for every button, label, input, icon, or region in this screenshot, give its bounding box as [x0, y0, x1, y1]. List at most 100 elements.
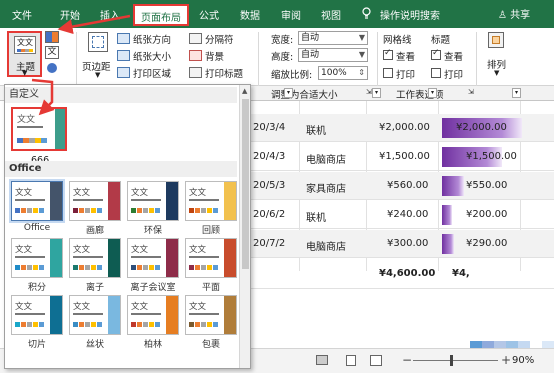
category-cell[interactable]: 电脑商店	[306, 151, 346, 166]
menu-view[interactable]: 视图	[321, 7, 341, 22]
scale-value: 100%	[321, 68, 347, 78]
print-area-button[interactable]: 打印区域	[133, 66, 171, 80]
fonts-icon[interactable]: 文	[45, 46, 59, 59]
margins-icon[interactable]	[88, 32, 108, 52]
zoom-slider-thumb[interactable]	[450, 355, 454, 366]
theme-name: 积分	[27, 283, 46, 293]
date-cell[interactable]: 20/7/2	[253, 238, 285, 249]
total-bar-cell[interactable]: ¥4,	[452, 268, 470, 279]
bar-value-cell[interactable]: ¥550.00	[466, 180, 507, 191]
page-break-view-icon[interactable]	[370, 355, 382, 366]
theme-tile[interactable]: 文文	[69, 238, 121, 278]
bar-value-cell[interactable]: ¥2,000.00	[456, 122, 507, 133]
share-button[interactable]: ♙ 共享	[498, 6, 530, 21]
theme-tile[interactable]: 文文	[185, 238, 237, 278]
menu-file[interactable]: 文件	[12, 7, 32, 22]
custom-theme-tile[interactable]: 文文	[11, 107, 67, 151]
category-cell[interactable]: 联机	[306, 209, 326, 224]
theme-name: 离子	[85, 283, 104, 293]
orientation-icon	[117, 33, 130, 44]
filter-button[interactable]: ▾	[284, 88, 293, 98]
amount-cell[interactable]: ¥240.00	[387, 209, 428, 220]
category-cell[interactable]: 电脑商店	[306, 238, 346, 253]
date-cell[interactable]: 20/4/3	[253, 151, 285, 162]
filter-button[interactable]: ▾	[372, 88, 381, 98]
theme-tile[interactable]: 文文	[127, 181, 179, 221]
menu-data[interactable]: 数据	[240, 7, 260, 22]
background-icon	[189, 50, 202, 61]
effects-icon[interactable]	[47, 63, 57, 73]
table-row[interactable]: 20/6/2 联机 ¥240.00	[244, 201, 554, 229]
theme-tile[interactable]: 文文	[69, 181, 121, 221]
dialog-launcher-icon[interactable]: ⇲	[468, 88, 474, 96]
amount-cell[interactable]: ¥1,500.00	[379, 151, 430, 162]
amount-cell[interactable]: ¥560.00	[387, 180, 428, 191]
date-cell[interactable]: 20/6/2	[253, 209, 285, 220]
category-cell[interactable]: 联机	[306, 122, 326, 137]
menu-formulas[interactable]: 公式	[199, 7, 219, 22]
bar-value-cell[interactable]: ¥200.00	[466, 209, 507, 220]
tell-me-search[interactable]: 操作说明搜索	[380, 7, 440, 22]
dropdown-scrollbar[interactable]: ▲	[239, 85, 250, 368]
theme-tile[interactable]: 文文	[185, 181, 237, 221]
amount-cell[interactable]: ¥2,000.00	[379, 122, 430, 133]
custom-section-header: 自定义	[5, 87, 237, 103]
width-select[interactable]: 自动 ▼	[298, 31, 368, 45]
theme-tile[interactable]: 文文	[11, 295, 63, 335]
headings-print-checkbox[interactable]	[431, 68, 441, 78]
theme-tile[interactable]: 文文	[127, 295, 179, 335]
scroll-up-icon[interactable]: ▲	[242, 87, 247, 95]
bar-value-cell[interactable]: ¥290.00	[466, 238, 507, 249]
theme-preview-text: 文文	[73, 188, 91, 198]
theme-name: 切片	[27, 340, 46, 350]
dialog-launcher-icon[interactable]: ⇲	[366, 88, 372, 96]
amount-cell[interactable]: ¥300.00	[387, 238, 428, 249]
page-layout-view-icon[interactable]	[346, 355, 356, 366]
colors-icon[interactable]	[45, 31, 59, 43]
menu-page-layout[interactable]: 页面布局	[133, 4, 189, 26]
category-cell[interactable]: 家具商店	[306, 180, 346, 195]
theme-preview-text: 文文	[73, 302, 91, 312]
total-row[interactable]: ¥4,600.00 ¥4,	[244, 259, 554, 289]
theme-tile[interactable]: 文文	[11, 181, 63, 221]
menu-home[interactable]: 开始	[60, 7, 80, 22]
gridlines-print-checkbox[interactable]	[383, 68, 393, 78]
table-row[interactable]: 20/7/2 电脑商店 ¥300.00	[244, 230, 554, 258]
arrange-icon	[488, 32, 504, 48]
bar-value-cell[interactable]: ¥1,500.00	[466, 151, 517, 162]
headings-view-checkbox[interactable]	[431, 48, 441, 60]
scale-input[interactable]: 100% ⇕	[318, 66, 368, 80]
themes-button[interactable]: 文文 主题 ▼	[7, 31, 42, 77]
size-button[interactable]: 纸张大小	[133, 49, 171, 63]
filter-button[interactable]: ▾	[428, 88, 437, 98]
print-titles-button[interactable]: 打印标题	[205, 66, 243, 80]
print-titles-icon	[189, 67, 202, 78]
menu-review[interactable]: 审阅	[281, 7, 301, 22]
zoom-slider[interactable]	[413, 360, 498, 361]
height-select[interactable]: 自动 ▼	[298, 48, 368, 62]
gridlines-view-checkbox[interactable]	[383, 48, 393, 60]
zoom-out-button[interactable]: −	[402, 353, 412, 367]
theme-tile[interactable]: 文文	[11, 238, 63, 278]
table-row[interactable]: 20/5/3 家具商店 ¥560.00	[244, 172, 554, 200]
share-label: 共享	[510, 10, 531, 21]
date-cell[interactable]: 20/3/4	[253, 122, 285, 133]
filter-button[interactable]: ▾	[512, 88, 521, 98]
theme-name: 画廊	[85, 226, 104, 236]
total-cell[interactable]: ¥4,600.00	[379, 268, 435, 279]
menu-insert[interactable]: 插入	[100, 7, 120, 22]
normal-view-icon[interactable]	[316, 355, 328, 365]
themes-dropdown: 自定义 文文 666 Office 文文Office文文画廊文文环保文文回顾文文…	[4, 84, 251, 369]
background-button[interactable]: 背景	[205, 49, 224, 63]
orientation-button[interactable]: 纸张方向	[133, 32, 171, 46]
theme-tile[interactable]: 文文	[127, 238, 179, 278]
scrollbar-thumb[interactable]	[242, 99, 249, 269]
scale-label: 缩放比例:	[271, 70, 313, 81]
breaks-button[interactable]: 分隔符	[205, 32, 234, 46]
theme-tile[interactable]: 文文	[185, 295, 237, 335]
zoom-level[interactable]: 90%	[512, 355, 534, 366]
date-cell[interactable]: 20/5/3	[253, 180, 285, 191]
zoom-in-button[interactable]: +	[501, 353, 511, 367]
headings-view-label: 查看	[444, 52, 464, 63]
theme-tile[interactable]: 文文	[69, 295, 121, 335]
